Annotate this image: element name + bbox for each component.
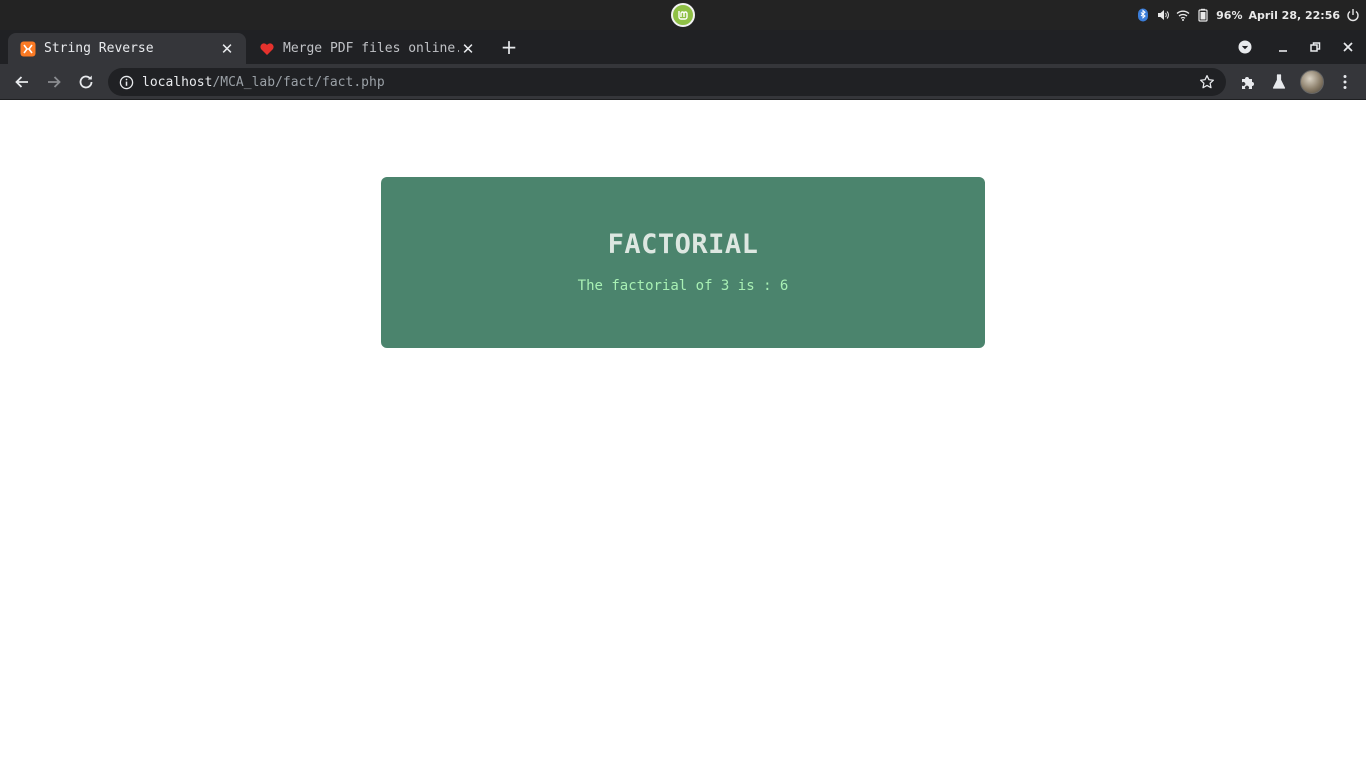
tab-strip: String Reverse ✕ Merge PDF files online.…: [0, 30, 1366, 64]
tab-title: String Reverse: [44, 41, 154, 56]
close-tab-icon[interactable]: ✕: [459, 40, 477, 58]
more-menu-icon[interactable]: [1331, 68, 1359, 96]
forward-icon[interactable]: [40, 68, 68, 96]
url-text: localhost/MCA_lab/fact/fact.php: [142, 75, 385, 90]
close-tab-icon[interactable]: ✕: [218, 40, 236, 58]
system-panel: 96% April 28, 22:56: [0, 0, 1366, 30]
linux-mint-menu-icon[interactable]: [671, 3, 695, 27]
minimize-icon[interactable]: [1269, 33, 1297, 61]
tab-search-icon[interactable]: [1231, 33, 1259, 61]
extensions-puzzle-icon[interactable]: [1234, 68, 1262, 96]
back-icon[interactable]: [8, 68, 36, 96]
power-icon[interactable]: [1346, 8, 1360, 22]
factorial-card: FACTORIAL The factorial of 3 is : 6: [381, 177, 985, 348]
tab-string-reverse[interactable]: String Reverse ✕: [8, 33, 246, 64]
new-tab-button[interactable]: +: [497, 35, 521, 59]
browser-toolbar: localhost/MCA_lab/fact/fact.php: [0, 64, 1366, 100]
xampp-icon: [20, 41, 36, 57]
volume-icon[interactable]: [1156, 8, 1170, 22]
restore-icon[interactable]: [1301, 33, 1329, 61]
clock[interactable]: April 28, 22:56: [1248, 9, 1340, 22]
reload-icon[interactable]: [72, 68, 100, 96]
site-info-icon[interactable]: [118, 74, 134, 90]
battery-percentage: 96%: [1216, 8, 1243, 22]
address-bar[interactable]: localhost/MCA_lab/fact/fact.php: [108, 68, 1226, 96]
tab-merge-pdf[interactable]: Merge PDF files online. ✕: [247, 33, 487, 64]
page-heading: FACTORIAL: [607, 229, 759, 260]
page-content: FACTORIAL The factorial of 3 is : 6: [0, 101, 1366, 768]
bluetooth-icon[interactable]: [1136, 8, 1150, 22]
close-window-icon[interactable]: [1334, 33, 1362, 61]
profile-avatar[interactable]: [1300, 70, 1324, 94]
system-tray: 96% April 28, 22:56: [1136, 0, 1366, 30]
bookmark-star-icon[interactable]: [1198, 73, 1216, 91]
url-path: /MCA_lab/fact/fact.php: [212, 74, 385, 90]
heart-icon: [259, 41, 275, 57]
labs-flask-icon[interactable]: [1265, 68, 1293, 96]
tab-title: Merge PDF files online.: [283, 41, 459, 56]
battery-icon[interactable]: [1196, 8, 1210, 22]
url-host: localhost: [142, 74, 213, 90]
factorial-result: The factorial of 3 is : 6: [577, 278, 789, 294]
wifi-icon[interactable]: [1176, 8, 1190, 22]
